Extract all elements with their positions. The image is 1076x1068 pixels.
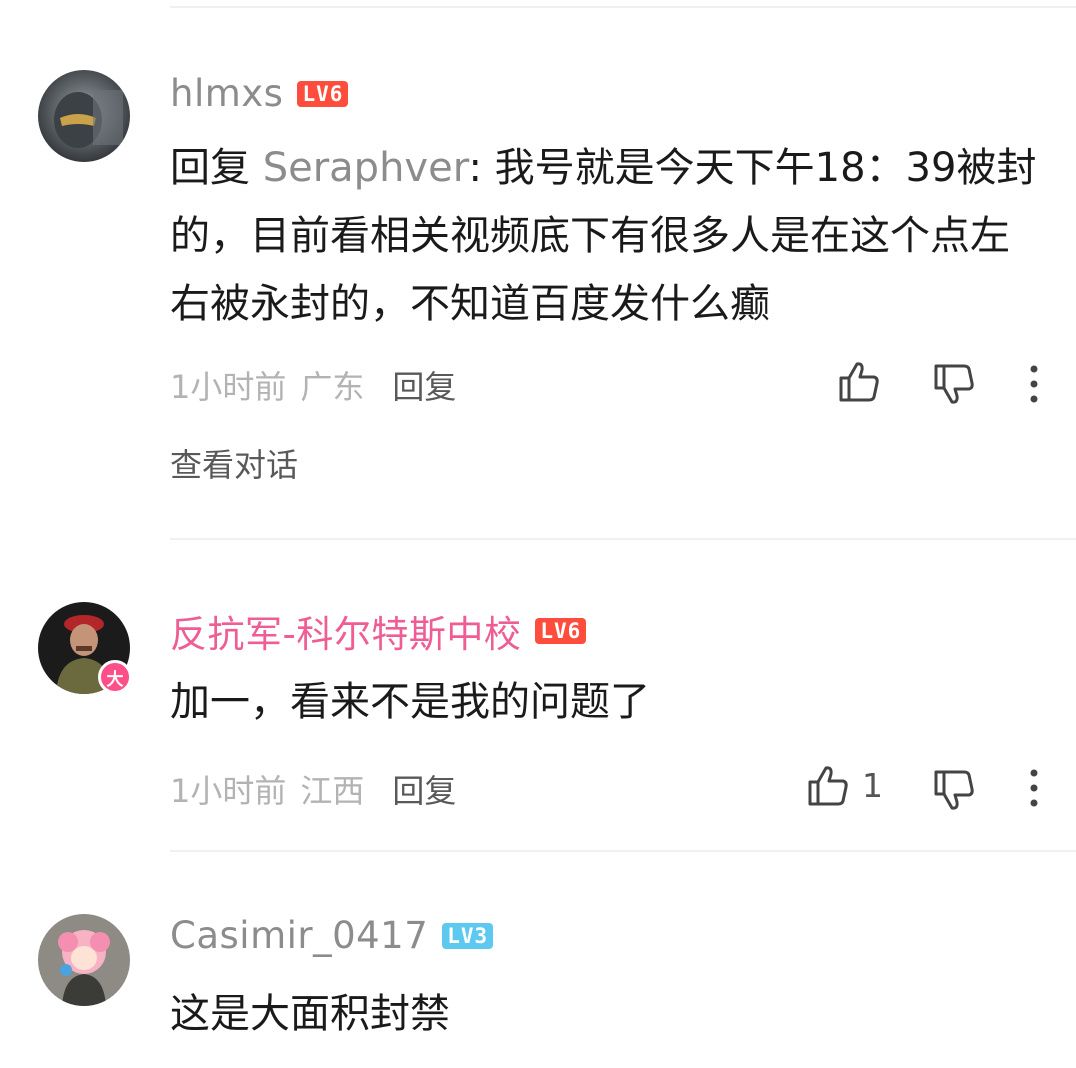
comment-meta: 1小时前 江西 回复 bbox=[170, 766, 456, 812]
username[interactable]: Casimir_0417 bbox=[170, 914, 428, 957]
comment-body: 这是大面积封禁 bbox=[170, 991, 450, 1037]
level-badge: LV6 bbox=[297, 80, 349, 107]
reply-target-username[interactable]: Seraphver bbox=[263, 145, 469, 191]
level-badge: LV3 bbox=[442, 922, 494, 949]
username-row: hlmxs LV6 bbox=[170, 72, 349, 115]
username[interactable]: hlmxs bbox=[170, 72, 283, 115]
username-row: 反抗军-科尔特斯中校 LV6 bbox=[170, 604, 587, 658]
reply-prefix: 回复 bbox=[170, 145, 263, 191]
username[interactable]: 反抗军-科尔特斯中校 bbox=[170, 604, 521, 658]
avatar[interactable] bbox=[38, 914, 130, 1006]
avatar[interactable] bbox=[38, 70, 130, 162]
more-icon[interactable] bbox=[1028, 768, 1040, 808]
reply-button[interactable]: 回复 bbox=[392, 362, 456, 408]
comment-divider bbox=[170, 850, 1076, 852]
comment-text: 回复 Seraphver: 我号就是今天下午18：39被封的，目前看相关视频底下… bbox=[170, 134, 1040, 338]
reply-button[interactable]: 回复 bbox=[392, 766, 456, 812]
top-divider bbox=[170, 6, 1076, 8]
comment-meta: 1小时前 广东 回复 bbox=[170, 362, 456, 408]
comment-time: 1小时前 bbox=[170, 368, 287, 406]
comment-divider bbox=[170, 538, 1076, 540]
comment-location: 广东 bbox=[300, 368, 365, 406]
more-icon[interactable] bbox=[1028, 364, 1040, 404]
dislike-icon[interactable] bbox=[932, 768, 976, 812]
like-icon[interactable] bbox=[806, 764, 850, 808]
vip-badge: 大 bbox=[98, 660, 132, 694]
level-badge: LV6 bbox=[535, 618, 587, 644]
username-row: Casimir_0417 LV3 bbox=[170, 914, 494, 957]
comment-text: 加一，看来不是我的问题了 bbox=[170, 668, 1040, 736]
comment-text: 这是大面积封禁 bbox=[170, 980, 1040, 1048]
view-conversation-link[interactable]: 查看对话 bbox=[170, 440, 298, 486]
comment-body: 加一，看来不是我的问题了 bbox=[170, 679, 650, 725]
dislike-icon[interactable] bbox=[932, 362, 976, 406]
like-count: 1 bbox=[862, 766, 883, 805]
comment-location: 江西 bbox=[300, 772, 365, 810]
like-icon[interactable] bbox=[837, 360, 881, 404]
comment-time: 1小时前 bbox=[170, 772, 287, 810]
